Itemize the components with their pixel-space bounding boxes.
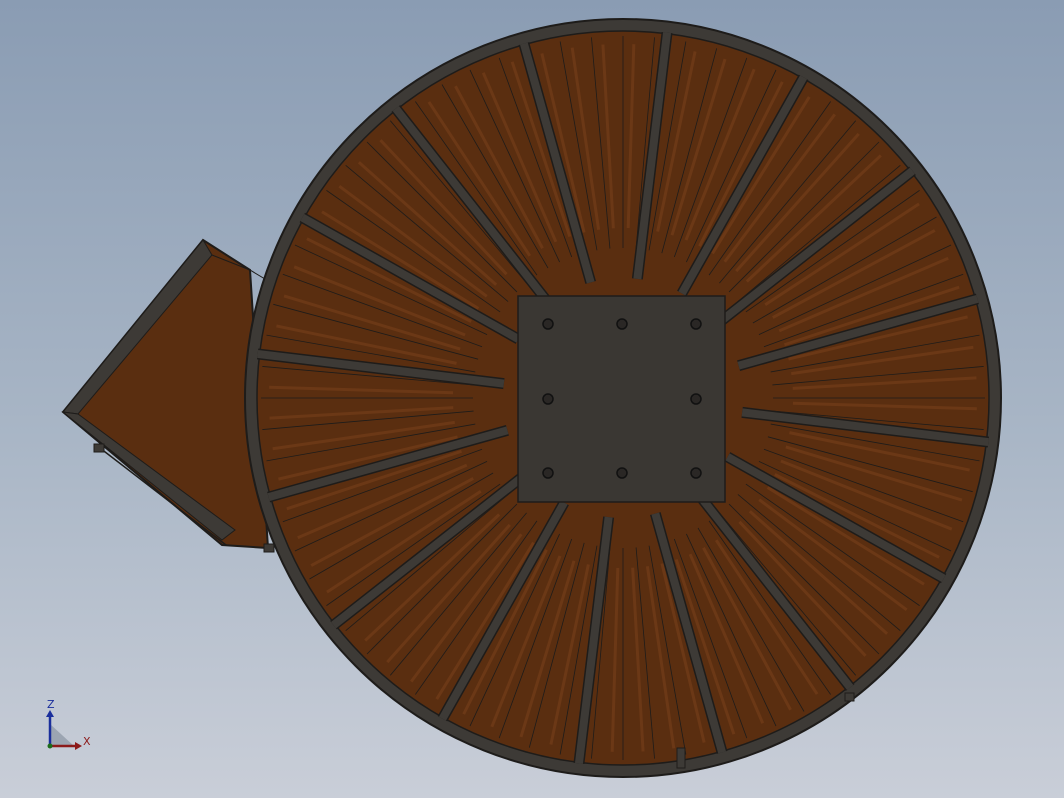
bolt-hole [690, 467, 702, 479]
bolt-hole [690, 318, 702, 330]
mounting-plate [517, 295, 726, 503]
cad-viewport[interactable] [0, 0, 1064, 798]
chute [61, 238, 275, 553]
rim-fastener [844, 692, 855, 702]
rim-fastener [676, 747, 686, 769]
bolt-hole [616, 318, 628, 330]
bolt-hole [542, 318, 554, 330]
orientation-triad[interactable]: Z X [38, 696, 98, 756]
z-axis-label: Z [47, 698, 55, 711]
bolt-hole [690, 393, 702, 405]
bolt-hole [542, 393, 554, 405]
x-axis-label: X [83, 735, 91, 748]
triad-shadow [50, 724, 74, 746]
z-axis-arrow-icon [46, 710, 54, 717]
origin-dot [47, 743, 53, 749]
bolt-hole [616, 467, 628, 479]
x-axis-arrow-icon [75, 742, 82, 750]
bolt-hole [542, 467, 554, 479]
